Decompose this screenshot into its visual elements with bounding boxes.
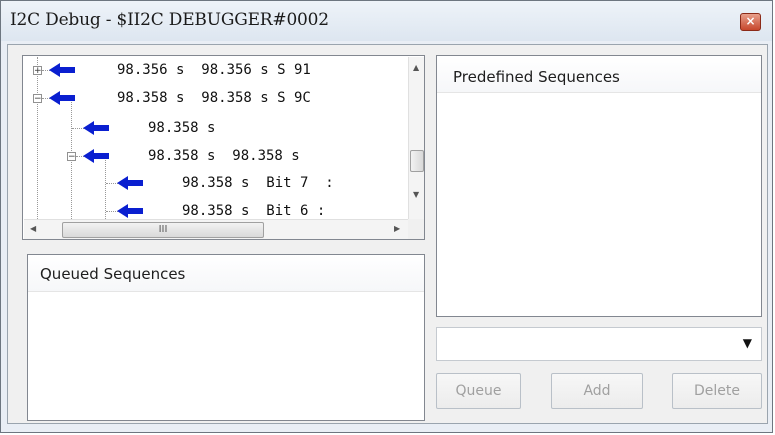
- sequence-tree[interactable]: + 98.356 s 98.356 s S 91 − 98.358 s 98.3…: [22, 55, 425, 240]
- left-arrow-icon: [49, 91, 75, 105]
- horizontal-scroll-thumb[interactable]: III: [62, 222, 264, 238]
- tree-row-text[interactable]: 98.358 s: [148, 115, 215, 141]
- scroll-down-icon[interactable]: ▼: [413, 190, 419, 199]
- left-arrow-icon: [83, 121, 109, 135]
- tree-line: [37, 57, 38, 219]
- predefined-sequences-header[interactable]: Predefined Sequences: [437, 56, 761, 93]
- tree-content: + 98.356 s 98.356 s S 91 − 98.358 s 98.3…: [24, 57, 408, 219]
- queued-sequences-list[interactable]: Queued Sequences: [27, 254, 425, 421]
- vertical-scroll-thumb[interactable]: [410, 150, 424, 172]
- left-arrow-icon: [117, 204, 143, 218]
- close-button[interactable]: ×: [740, 13, 761, 31]
- queued-sequences-header[interactable]: Queued Sequences: [28, 255, 424, 292]
- queue-button[interactable]: Queue: [436, 373, 521, 409]
- close-icon: ×: [745, 14, 756, 28]
- left-arrow-icon: [117, 176, 143, 190]
- tree-line: [105, 155, 106, 219]
- collapse-icon[interactable]: −: [33, 94, 42, 104]
- expand-icon[interactable]: +: [33, 66, 42, 76]
- scroll-right-icon[interactable]: ▶: [394, 224, 400, 233]
- tree-row-text[interactable]: 98.358 s 98.358 s S 9C: [117, 85, 311, 111]
- add-button[interactable]: Add: [551, 373, 643, 409]
- scroll-left-icon[interactable]: ◀: [30, 224, 36, 233]
- vertical-scrollbar[interactable]: ▲ ▼: [408, 57, 424, 219]
- window-title: I2C Debug - $II2C DEBUGGER#0002: [10, 10, 329, 30]
- collapse-icon[interactable]: −: [67, 152, 76, 162]
- sequence-combobox[interactable]: ▼: [436, 327, 762, 361]
- horizontal-scrollbar[interactable]: ◀ III ▶: [24, 219, 408, 239]
- title-bar[interactable]: I2C Debug - $II2C DEBUGGER#0002 ×: [1, 1, 772, 41]
- tree-row-text[interactable]: 98.358 s 98.358 s: [148, 143, 300, 169]
- tree-row-text[interactable]: 98.358 s Bit 7 :: [182, 170, 334, 196]
- tree-row-text[interactable]: 98.356 s 98.356 s S 91: [117, 57, 311, 83]
- predefined-sequences-list[interactable]: Predefined Sequences: [436, 55, 762, 317]
- scroll-grip-icon: III: [158, 224, 168, 235]
- left-arrow-icon: [49, 63, 75, 77]
- scroll-up-icon[interactable]: ▲: [413, 63, 419, 72]
- left-arrow-icon: [83, 149, 109, 163]
- tree-row-text[interactable]: 98.358 s Bit 6 :: [182, 198, 325, 219]
- chevron-down-icon[interactable]: ▼: [743, 336, 752, 350]
- delete-button[interactable]: Delete: [672, 373, 762, 409]
- scrollbar-corner: [408, 219, 424, 239]
